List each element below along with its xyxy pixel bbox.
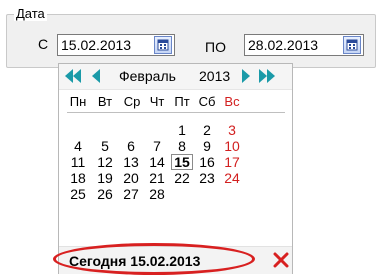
weekday-header: Пт	[174, 94, 190, 109]
to-date-value: 28.02.2013	[248, 37, 319, 53]
calendar-day[interactable]: 11	[67, 154, 89, 170]
weekday-header: Пн	[69, 94, 87, 109]
year-selector[interactable]: 2013	[199, 68, 230, 84]
calendar-day[interactable]: 23	[196, 170, 218, 186]
weekday-header: Чт	[149, 94, 165, 109]
from-label: С	[38, 36, 49, 52]
weekday-header: Вт	[97, 94, 113, 109]
calendar-day[interactable]: 3	[221, 122, 243, 138]
calendar-day[interactable]: 1	[171, 122, 193, 138]
weekday-header: Ср	[123, 94, 141, 109]
to-label: ПО	[205, 39, 226, 55]
calendar-day[interactable]: 4	[67, 138, 89, 154]
today-button[interactable]: Сегодня 15.02.2013	[69, 253, 200, 269]
calendar-day[interactable]: 22	[171, 170, 193, 186]
next-year-icon[interactable]	[257, 66, 277, 88]
calendar-day[interactable]: 19	[94, 170, 116, 186]
calendar-day[interactable]: 26	[94, 186, 116, 202]
calendar-day[interactable]: 20	[120, 170, 142, 186]
calendar-day[interactable]: 10	[221, 138, 243, 154]
calendar-day[interactable]: 8	[171, 138, 193, 154]
calendar-day[interactable]: 16	[196, 154, 218, 170]
calendar-day[interactable]: 9	[196, 138, 218, 154]
date-group-title: Дата	[14, 6, 47, 21]
prev-year-icon[interactable]	[63, 66, 83, 88]
calendar-day[interactable]: 21	[146, 170, 168, 186]
calendar-day[interactable]: 14	[146, 154, 168, 170]
calendar-day[interactable]: 15	[171, 154, 193, 170]
calendar-day[interactable]: 25	[67, 186, 89, 202]
calendar-day[interactable]: 6	[120, 138, 142, 154]
calendar-footer: Сегодня 15.02.2013	[53, 243, 292, 275]
to-date-field[interactable]: 28.02.2013	[244, 34, 364, 56]
calendar-day[interactable]: 28	[146, 186, 168, 202]
to-calendar-button[interactable]	[343, 36, 361, 54]
month-selector[interactable]: Февраль	[119, 68, 176, 84]
calendar-icon	[346, 39, 358, 51]
calendar-day[interactable]: 12	[94, 154, 116, 170]
calendar-day[interactable]: 27	[120, 186, 142, 202]
calendar-nav-bar: Февраль 2013	[59, 64, 292, 90]
from-date-value: 15.02.2013	[61, 37, 132, 53]
from-date-field[interactable]: 15.02.2013	[57, 34, 175, 56]
next-month-icon[interactable]	[235, 66, 255, 88]
calendar-icon	[157, 39, 169, 51]
calendar-day[interactable]: 2	[196, 122, 218, 138]
calendar-day[interactable]: 5	[94, 138, 116, 154]
prev-month-icon[interactable]	[87, 66, 107, 88]
header-divider	[67, 112, 285, 113]
calendar-day[interactable]: 24	[221, 170, 243, 186]
calendar-day[interactable]: 18	[67, 170, 89, 186]
calendar-day[interactable]: 17	[221, 154, 243, 170]
close-icon[interactable]	[272, 251, 290, 269]
weekday-header: Сб	[198, 94, 216, 109]
calendar-popup: Февраль 2013 Пн Вт Ср Чт Пт Сб Вс 123456…	[53, 63, 293, 275]
weekday-header: Вс	[224, 94, 240, 109]
from-calendar-button[interactable]	[154, 36, 172, 54]
calendar-day[interactable]: 13	[120, 154, 142, 170]
calendar-day[interactable]: 7	[146, 138, 168, 154]
